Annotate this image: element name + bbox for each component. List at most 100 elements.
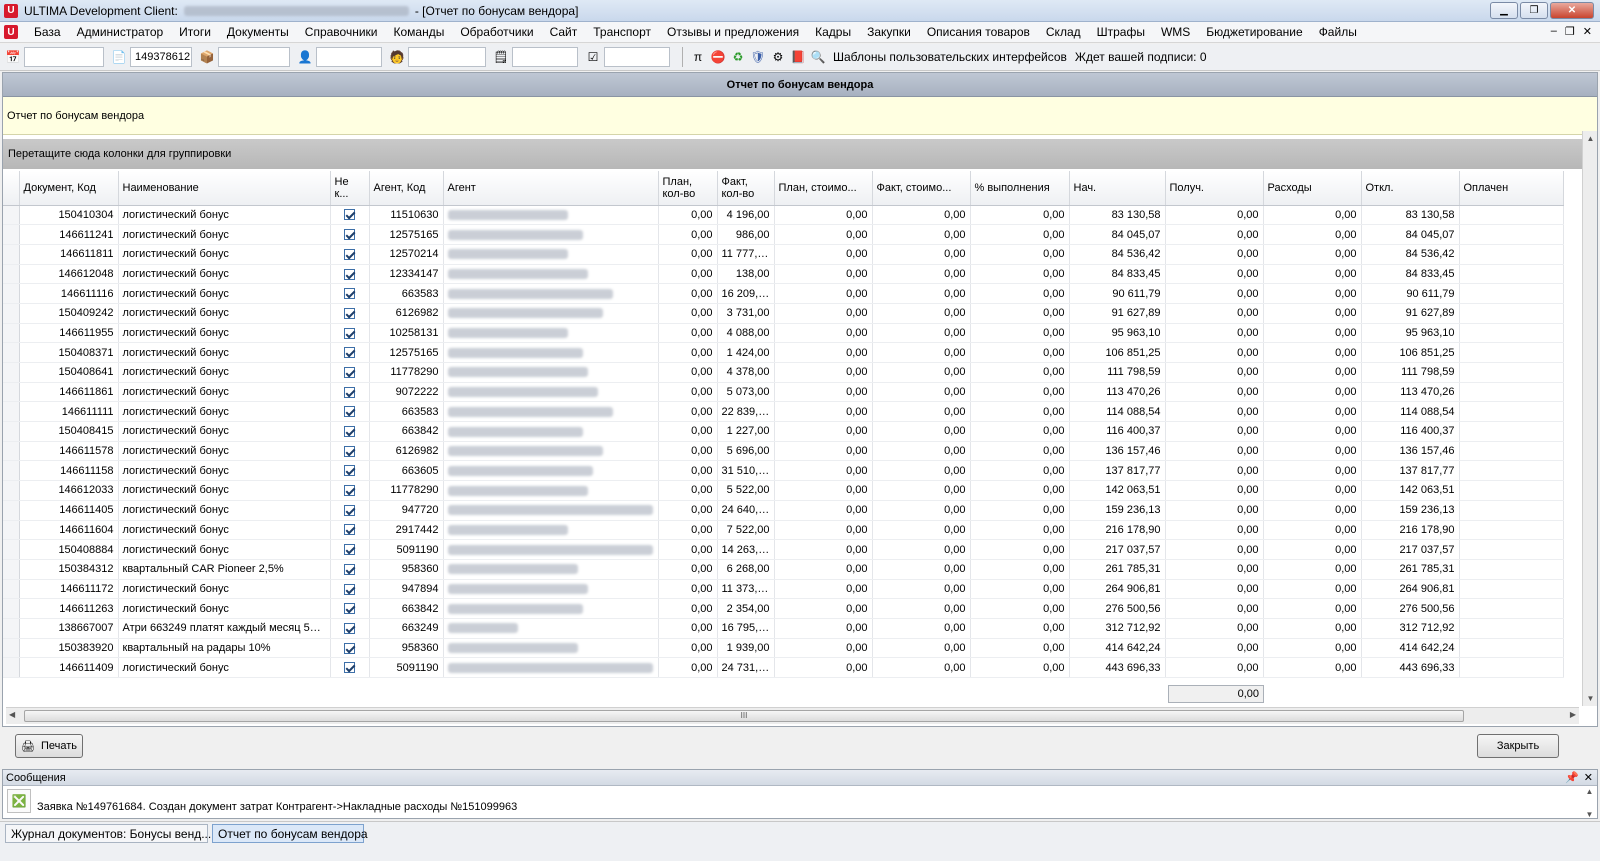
close-button[interactable]: Закрыть <box>1477 734 1559 758</box>
templates-link[interactable]: Шаблоны пользовательских интерфейсов <box>833 50 1067 64</box>
column-header[interactable]: Оплачен <box>1459 171 1564 206</box>
table-row[interactable]: 146611241 логистический бонус 12575165 0,00… <box>3 224 1564 245</box>
checkbox-checked-icon[interactable] <box>344 465 355 477</box>
pi-icon[interactable]: π <box>689 48 707 66</box>
table-row[interactable]: 146611172 логистический бонус 947894 0,00 11… <box>3 579 1564 600</box>
toolbar-field-3[interactable] <box>218 47 290 67</box>
gear-icon[interactable]: ⚙ <box>769 48 787 66</box>
table-row[interactable]: 150384312 квартальный CAR Pioneer 2,5% 958… <box>3 559 1564 580</box>
toolbar-field-6[interactable] <box>512 47 578 67</box>
table-row[interactable]: 146612033 логистический бонус 11778290 0,00… <box>3 480 1564 501</box>
close-window-button[interactable]: ✕ <box>1550 2 1594 19</box>
toolbar-doc-field[interactable]: 149378612 <box>130 47 192 67</box>
notes-icon[interactable]: 🗒 <box>492 48 510 66</box>
checkbox-checked-icon[interactable] <box>344 642 355 654</box>
column-header[interactable]: Не к... <box>330 171 370 206</box>
column-header[interactable]: Агент <box>443 171 659 206</box>
contact-icon[interactable]: 👤 <box>296 48 314 66</box>
checkbox-checked-icon[interactable] <box>344 268 355 280</box>
checkbox-checked-icon[interactable] <box>344 445 355 457</box>
msg-scroll-down-icon[interactable]: ▼ <box>1586 810 1594 819</box>
menu-item[interactable]: Транспорт <box>585 25 659 39</box>
table-row[interactable]: 146611811 логистический бонус 12570214 0,00… <box>3 244 1564 265</box>
scroll-right-icon[interactable]: ▶ <box>1570 710 1576 719</box>
table-row[interactable]: 150410304 логистический бонус 11510630 0,00… <box>3 205 1564 226</box>
table-row[interactable]: 146611955 логистический бонус 10258131 0,00… <box>3 323 1564 344</box>
task-documents-journal[interactable]: Журнал документов: Бонусы венд... <box>5 824 211 843</box>
table-row[interactable]: 146611409 логистический бонус 5091190 0,00 2… <box>3 657 1564 678</box>
menu-item[interactable]: Штрафы <box>1089 25 1153 39</box>
msg-scroll-up-icon[interactable]: ▲ <box>1586 787 1594 796</box>
scroll-up-icon[interactable]: ▲ <box>1583 131 1598 146</box>
calendar-icon[interactable]: 📅 <box>4 48 22 66</box>
menu-item[interactable]: Итоги <box>171 25 219 39</box>
pin-icon[interactable]: 📌 <box>1565 770 1579 786</box>
toolbar-field-1[interactable] <box>24 47 104 67</box>
column-header[interactable]: Откл. <box>1361 171 1460 206</box>
toolbar-field-7[interactable] <box>604 47 670 67</box>
menu-item[interactable]: Команды <box>385 25 452 39</box>
await-signature-counter[interactable]: Ждет вашей подписи: 0 <box>1075 50 1207 64</box>
menu-item[interactable]: Склад <box>1038 25 1089 39</box>
refresh-icon[interactable]: ♻ <box>729 48 747 66</box>
print-button[interactable]: 🖨 Печать <box>15 734 83 758</box>
table-row[interactable]: 146611263 логистический бонус 663842 0,00 2 … <box>3 598 1564 619</box>
checkbox-checked-icon[interactable] <box>344 524 355 536</box>
table-row[interactable]: 150408641 логистический бонус 11778290 0,00… <box>3 362 1564 383</box>
table-row[interactable]: 150408884 логистический бонус 5091190 0,00 1… <box>3 539 1564 560</box>
menu-item[interactable]: Закупки <box>859 25 919 39</box>
checkbox-checked-icon[interactable] <box>344 662 355 674</box>
message-error-icon[interactable]: ❎ <box>7 789 31 813</box>
maximize-button[interactable]: ❐ <box>1520 2 1548 19</box>
checkbox-checked-icon[interactable] <box>344 406 355 418</box>
column-header[interactable]: Факт, кол-во <box>717 171 775 206</box>
menu-item[interactable]: Сайт <box>542 25 586 39</box>
table-row[interactable]: 146611111 логистический бонус 663583 0,00 22… <box>3 401 1564 423</box>
checkbox-checked-icon[interactable] <box>344 386 355 398</box>
scroll-down-icon[interactable]: ▼ <box>1583 691 1598 706</box>
mdi-restore-icon[interactable]: ❐ <box>1565 25 1575 38</box>
menu-item[interactable]: Документы <box>219 25 297 39</box>
menu-item[interactable]: База <box>26 25 69 39</box>
table-row[interactable]: 146611604 логистический бонус 2917442 0,00 7… <box>3 520 1564 541</box>
minimize-button[interactable]: ▁ <box>1490 2 1518 19</box>
menu-item[interactable]: Кадры <box>807 25 859 39</box>
scroll-left-icon[interactable]: ◀ <box>9 710 15 719</box>
table-row[interactable]: 150409242 логистический бонус 6126982 0,00 3… <box>3 303 1564 324</box>
table-row[interactable]: 138667007 Атри 663249 платят каждый месяц… <box>3 618 1564 639</box>
checkbox-checked-icon[interactable] <box>344 307 355 319</box>
search-icon[interactable]: 🔍 <box>809 48 827 66</box>
menu-logo-icon[interactable]: U <box>4 25 18 39</box>
checkbox-checked-icon[interactable] <box>344 426 355 437</box>
column-header[interactable]: Нач. <box>1069 171 1166 206</box>
shield-icon[interactable]: 🛡 <box>749 48 767 66</box>
checkbox-checked-icon[interactable] <box>344 366 355 378</box>
table-row[interactable]: 150383920 квартальный на радары 10% 958360… <box>3 638 1564 659</box>
table-row[interactable]: 150408371 логистический бонус 12575165 0,00… <box>3 342 1564 363</box>
menu-item[interactable]: Отзывы и предложения <box>659 25 807 39</box>
column-header[interactable]: Наименование <box>118 171 331 206</box>
mdi-close-icon[interactable]: ✕ <box>1583 25 1592 38</box>
column-header[interactable]: План, кол-во <box>658 171 718 206</box>
menu-item[interactable]: Файлы <box>1311 25 1365 39</box>
checkbox-checked-icon[interactable] <box>344 583 355 595</box>
messages-scrollbar[interactable]: ▲ ▼ <box>1582 787 1597 819</box>
checkbox-checked-icon[interactable] <box>344 485 355 497</box>
column-header[interactable]: Факт, стоимо... <box>872 171 971 206</box>
table-row[interactable]: 146611158 логистический бонус 663605 0,00 31… <box>3 460 1564 482</box>
checkbox-checked-icon[interactable] <box>344 288 355 300</box>
stop-icon[interactable]: ⛔ <box>709 48 727 66</box>
column-header[interactable]: Документ, Код <box>19 171 119 206</box>
table-row[interactable]: 146612048 логистический бонус 12334147 0,00… <box>3 264 1564 285</box>
table-row[interactable]: 146611116 логистический бонус 663583 0,00 16… <box>3 283 1564 304</box>
vertical-scrollbar[interactable]: ▲ ▼ <box>1582 131 1597 706</box>
package-icon[interactable]: 📦 <box>198 48 216 66</box>
menu-item[interactable]: Обработчики <box>452 25 541 39</box>
checkbox-checked-icon[interactable] <box>344 209 355 221</box>
checkbox-checked-icon[interactable] <box>344 504 355 516</box>
task-bonus-report[interactable]: Отчет по бонусам вендора <box>212 824 368 843</box>
menu-item[interactable]: Справочники <box>297 25 386 39</box>
table-row[interactable]: 146611578 логистический бонус 6126982 0,00 5… <box>3 441 1564 462</box>
column-header[interactable]: План, стоимо... <box>774 171 873 206</box>
checkbox-checked-icon[interactable] <box>344 248 355 260</box>
